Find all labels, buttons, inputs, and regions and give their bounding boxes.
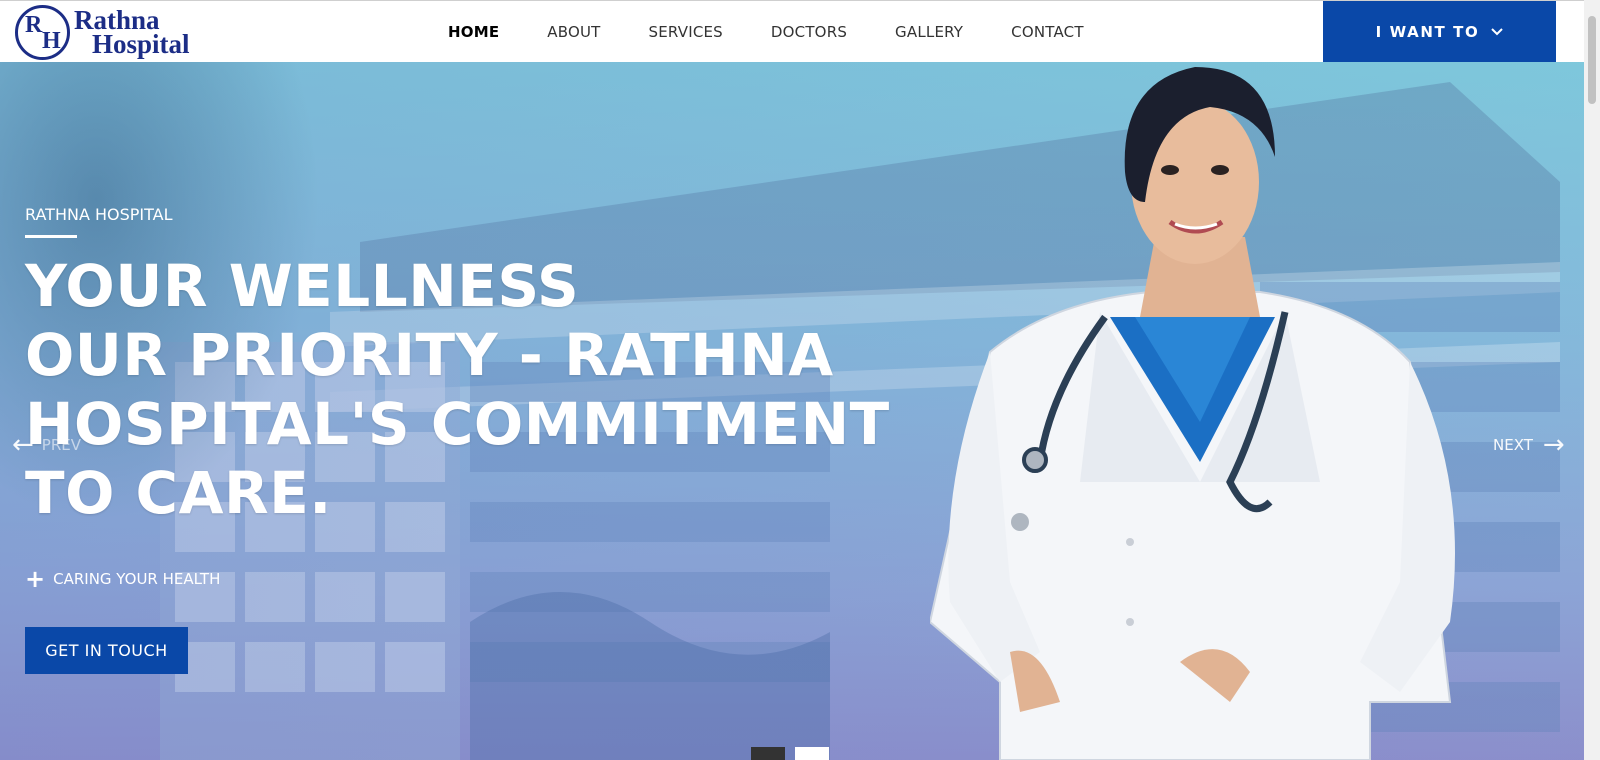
hero-title-line: HOSPITAL'S COMMITMENT (25, 390, 890, 458)
doctor-image (930, 67, 1455, 760)
hero-title: YOUR WELLNESS OUR PRIORITY - RATHNA HOSP… (25, 252, 890, 528)
logo-monogram-h: H (42, 27, 61, 54)
page-scrollbar[interactable] (1584, 0, 1600, 760)
logo-text: Rathna Hospital (74, 7, 190, 59)
nav-home[interactable]: HOME (448, 23, 499, 41)
slider-pagination (751, 747, 839, 760)
logo[interactable]: R H Rathna Hospital (15, 4, 190, 60)
i-want-to-button[interactable]: I WANT TO (1323, 1, 1556, 63)
hero-kicker: RATHNA HOSPITAL (25, 205, 173, 224)
slide-dot-1[interactable] (751, 747, 785, 760)
slide-dot-2[interactable] (795, 747, 829, 760)
i-want-to-label: I WANT TO (1375, 23, 1480, 41)
prev-slide-button[interactable]: ← PREV (12, 432, 81, 458)
hero-tagline: + CARING YOUR HEALTH (25, 567, 220, 591)
prev-label: PREV (41, 436, 82, 454)
kicker-underline (25, 235, 77, 238)
next-label: NEXT (1493, 436, 1533, 454)
site-header: R H Rathna Hospital HOME ABOUT SERVICES … (0, 0, 1584, 63)
get-in-touch-button[interactable]: GET IN TOUCH (25, 627, 188, 674)
chevron-down-icon (1491, 25, 1504, 39)
nav-services[interactable]: SERVICES (649, 23, 723, 41)
logo-monogram-r: R (25, 11, 43, 38)
arrow-left-icon: ← (12, 430, 34, 460)
next-slide-button[interactable]: NEXT → (1493, 432, 1565, 458)
logo-mark: R H (15, 4, 70, 60)
hero-slider: RATHNA HOSPITAL YOUR WELLNESS OUR PRIORI… (0, 62, 1584, 760)
nav-contact[interactable]: CONTACT (1011, 23, 1084, 41)
tagline-text: CARING YOUR HEALTH (53, 570, 221, 588)
hero-title-line: YOUR WELLNESS (25, 252, 580, 320)
nav-about[interactable]: ABOUT (547, 23, 600, 41)
logo-name-line2: Hospital (92, 29, 190, 59)
hero-title-line: OUR PRIORITY - RATHNA (25, 321, 834, 389)
nav-doctors[interactable]: DOCTORS (771, 23, 847, 41)
hero-title-line: TO CARE. (25, 459, 332, 527)
main-nav: HOME ABOUT SERVICES DOCTORS GALLERY CONT… (448, 1, 1132, 63)
scrollbar-thumb[interactable] (1588, 16, 1596, 104)
plus-icon: + (25, 565, 46, 593)
arrow-right-icon: → (1542, 430, 1565, 460)
nav-gallery[interactable]: GALLERY (895, 23, 963, 41)
